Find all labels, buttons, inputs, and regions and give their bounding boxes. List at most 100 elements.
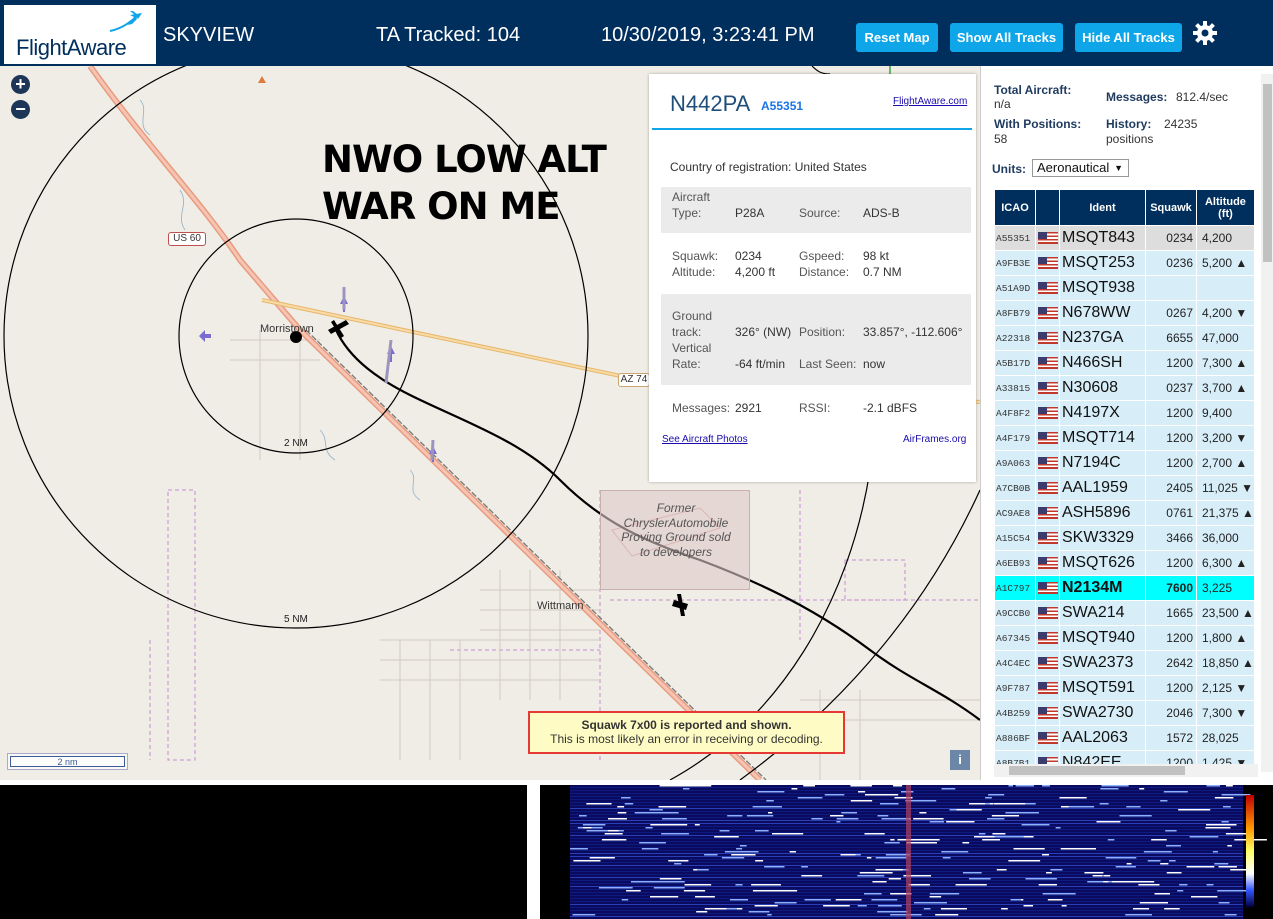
altitude-value: 7,300	[1202, 356, 1233, 370]
row-squawk: 6655	[1146, 326, 1196, 350]
table-row[interactable]: A55351 MSQT843 0234 4,200	[995, 226, 1254, 250]
with-positions-value: 58	[994, 132, 1008, 146]
table-row[interactable]: A51A9D MSQT938	[995, 276, 1254, 300]
table-row[interactable]: A1C797 N2134M 7600 3,225	[995, 576, 1254, 600]
table-row[interactable]: A15C54 SKW3329 3466 36,000	[995, 526, 1254, 550]
table-row[interactable]: A33815 N30608 0237 3,700 ▲	[995, 376, 1254, 400]
overlay-line-1: NWO LOW ALT	[322, 138, 607, 181]
track-value: 326° (NW)	[735, 325, 792, 339]
aircraft-detail-popup: N442PA A55351 FlightAware.com Country of…	[649, 74, 976, 482]
vertical-scrollbar[interactable]	[1261, 74, 1273, 772]
altitude-value: 3,225	[1202, 581, 1233, 595]
row-icao: A67345	[995, 626, 1035, 650]
info-button[interactable]: i	[950, 750, 970, 770]
row-ident: MSQT714	[1060, 426, 1145, 450]
row-altitude: 2,700 ▲	[1197, 451, 1254, 475]
table-row[interactable]: A886BF AAL2063 1572 28,025	[995, 726, 1254, 750]
row-icao: A6EB93	[995, 551, 1035, 575]
table-row[interactable]: A4F179 MSQT714 1200 3,200 ▼	[995, 426, 1254, 450]
row-ident: MSQT591	[1060, 676, 1145, 700]
row-squawk: 1200	[1146, 626, 1196, 650]
table-row[interactable]: A9CCB0 SWA214 1665 23,500 ▲	[995, 601, 1254, 625]
row-ident: AAL1959	[1060, 476, 1145, 500]
row-altitude: 7,300 ▼	[1197, 701, 1254, 725]
flightaware-logo[interactable]: FlightAware	[4, 5, 156, 64]
units-select[interactable]: Aeronautical ▼	[1032, 159, 1129, 177]
zoom-in-button[interactable]: +	[11, 75, 30, 94]
popup-country: Country of registration: United States	[670, 160, 867, 174]
row-icao: A9FB3E	[995, 251, 1035, 275]
history-value: 24235	[1164, 117, 1198, 131]
row-squawk: 2642	[1146, 651, 1196, 675]
scale-label: 2 nm	[10, 756, 125, 767]
reset-map-button[interactable]: Reset Map	[856, 23, 938, 52]
table-row[interactable]: A4B259 SWA2730 2046 7,300 ▼	[995, 701, 1254, 725]
table-row[interactable]: A9F787 MSQT591 1200 2,125 ▼	[995, 676, 1254, 700]
row-icao: A22318	[995, 326, 1035, 350]
units-selected-value: Aeronautical	[1037, 160, 1110, 175]
table-row[interactable]: A7CB0B AAL1959 2405 11,025 ▼	[995, 476, 1254, 500]
altitude-value: 11,025	[1202, 481, 1238, 495]
flag-icon-cell	[1036, 426, 1059, 450]
table-row[interactable]: A6EB93 MSQT626 1200 6,300 ▲	[995, 551, 1254, 575]
column-header-altitude[interactable]: Altitude (ft)	[1197, 190, 1254, 225]
row-icao: A51A9D	[995, 276, 1035, 300]
column-header-squawk[interactable]: Squawk	[1146, 190, 1196, 225]
table-row[interactable]: A5B17D N466SH 1200 7,300 ▲	[995, 351, 1254, 375]
altitude-value: 21,375	[1202, 506, 1239, 520]
table-row[interactable]: A9A063 N7194C 1200 2,700 ▲	[995, 451, 1254, 475]
aircraft-label: Aircraft	[672, 190, 711, 204]
column-header-flag[interactable]	[1036, 190, 1059, 225]
table-row[interactable]: A67345 MSQT940 1200 1,800 ▲	[995, 626, 1254, 650]
gear-icon[interactable]	[1192, 20, 1218, 46]
horizontal-scrollbar[interactable]	[994, 764, 1258, 777]
row-altitude: 3,700 ▲	[1197, 376, 1254, 400]
row-ident: MSQT626	[1060, 551, 1145, 575]
row-squawk: 1572	[1146, 726, 1196, 750]
table-row[interactable]: A8B7B1 N842EE 1200 1,425 ▼	[995, 751, 1254, 765]
altitude-trend-icon: ▲	[1235, 381, 1248, 395]
popup-icao[interactable]: A55351	[761, 99, 803, 113]
row-altitude: 1,425 ▼	[1197, 751, 1254, 765]
total-aircraft-label: Total Aircraft:	[994, 83, 1072, 97]
row-icao: A4C4EC	[995, 651, 1035, 675]
airframes-link[interactable]: AirFrames.org	[903, 434, 966, 445]
altitude-trend-icon: ▲	[1242, 606, 1254, 620]
altitude-trend-icon: ▼	[1235, 431, 1248, 445]
flightaware-link[interactable]: FlightAware.com	[893, 96, 967, 107]
row-icao: A1C797	[995, 576, 1035, 600]
aircraft-photos-link[interactable]: See Aircraft Photos	[662, 434, 748, 445]
column-header-icao[interactable]: ICAO	[995, 190, 1035, 225]
zoom-out-button[interactable]: −	[11, 100, 30, 119]
altitude-value: 5,200	[1202, 256, 1233, 270]
altitude-trend-icon: ▲	[1235, 631, 1248, 645]
hide-all-tracks-button[interactable]: Hide All Tracks	[1075, 23, 1182, 52]
row-altitude: 1,800 ▲	[1197, 626, 1254, 650]
altitude-value: 23,500	[1202, 606, 1239, 620]
table-row[interactable]: A8FB79 N678WW 0267 4,200 ▼	[995, 301, 1254, 325]
squawk-alert-message: This is most likely an error in receivin…	[550, 732, 823, 746]
range-ring-label-5nm: 5 NM	[284, 614, 308, 625]
aircraft-table-body: A55351 MSQT843 0234 4,200 A9FB3E MSQT253 0236…	[995, 226, 1254, 765]
units-label: Units:	[992, 162, 1026, 176]
scrollbar-thumb[interactable]	[1263, 84, 1272, 262]
row-ident: N678WW	[1060, 301, 1145, 325]
altitude-value: 47,000	[1202, 331, 1239, 345]
table-row[interactable]: A4F8F2 N4197X 1200 9,400	[995, 401, 1254, 425]
row-squawk: 2405	[1146, 476, 1196, 500]
altitude-trend-icon: ▼	[1235, 706, 1248, 720]
row-icao: AC9AE8	[995, 501, 1035, 525]
altitude-trend-icon: ▲	[1235, 556, 1248, 570]
show-all-tracks-button[interactable]: Show All Tracks	[950, 23, 1063, 52]
scrollbar-thumb-horizontal[interactable]	[1009, 766, 1185, 775]
row-icao: A55351	[995, 226, 1035, 250]
table-row[interactable]: A22318 N237GA 6655 47,000	[995, 326, 1254, 350]
altitude-value: 4,200	[1202, 231, 1233, 245]
table-row[interactable]: A4C4EC SWA2373 2642 18,850 ▲	[995, 651, 1254, 675]
table-row[interactable]: AC9AE8 ASH5896 0761 21,375 ▲	[995, 501, 1254, 525]
column-header-ident[interactable]: Ident	[1060, 190, 1145, 225]
table-row[interactable]: A9FB3E MSQT253 0236 5,200 ▲	[995, 251, 1254, 275]
row-altitude: 4,200 ▼	[1197, 301, 1254, 325]
vertical-label: Vertical	[672, 341, 712, 355]
flag-icon-cell	[1036, 751, 1059, 765]
